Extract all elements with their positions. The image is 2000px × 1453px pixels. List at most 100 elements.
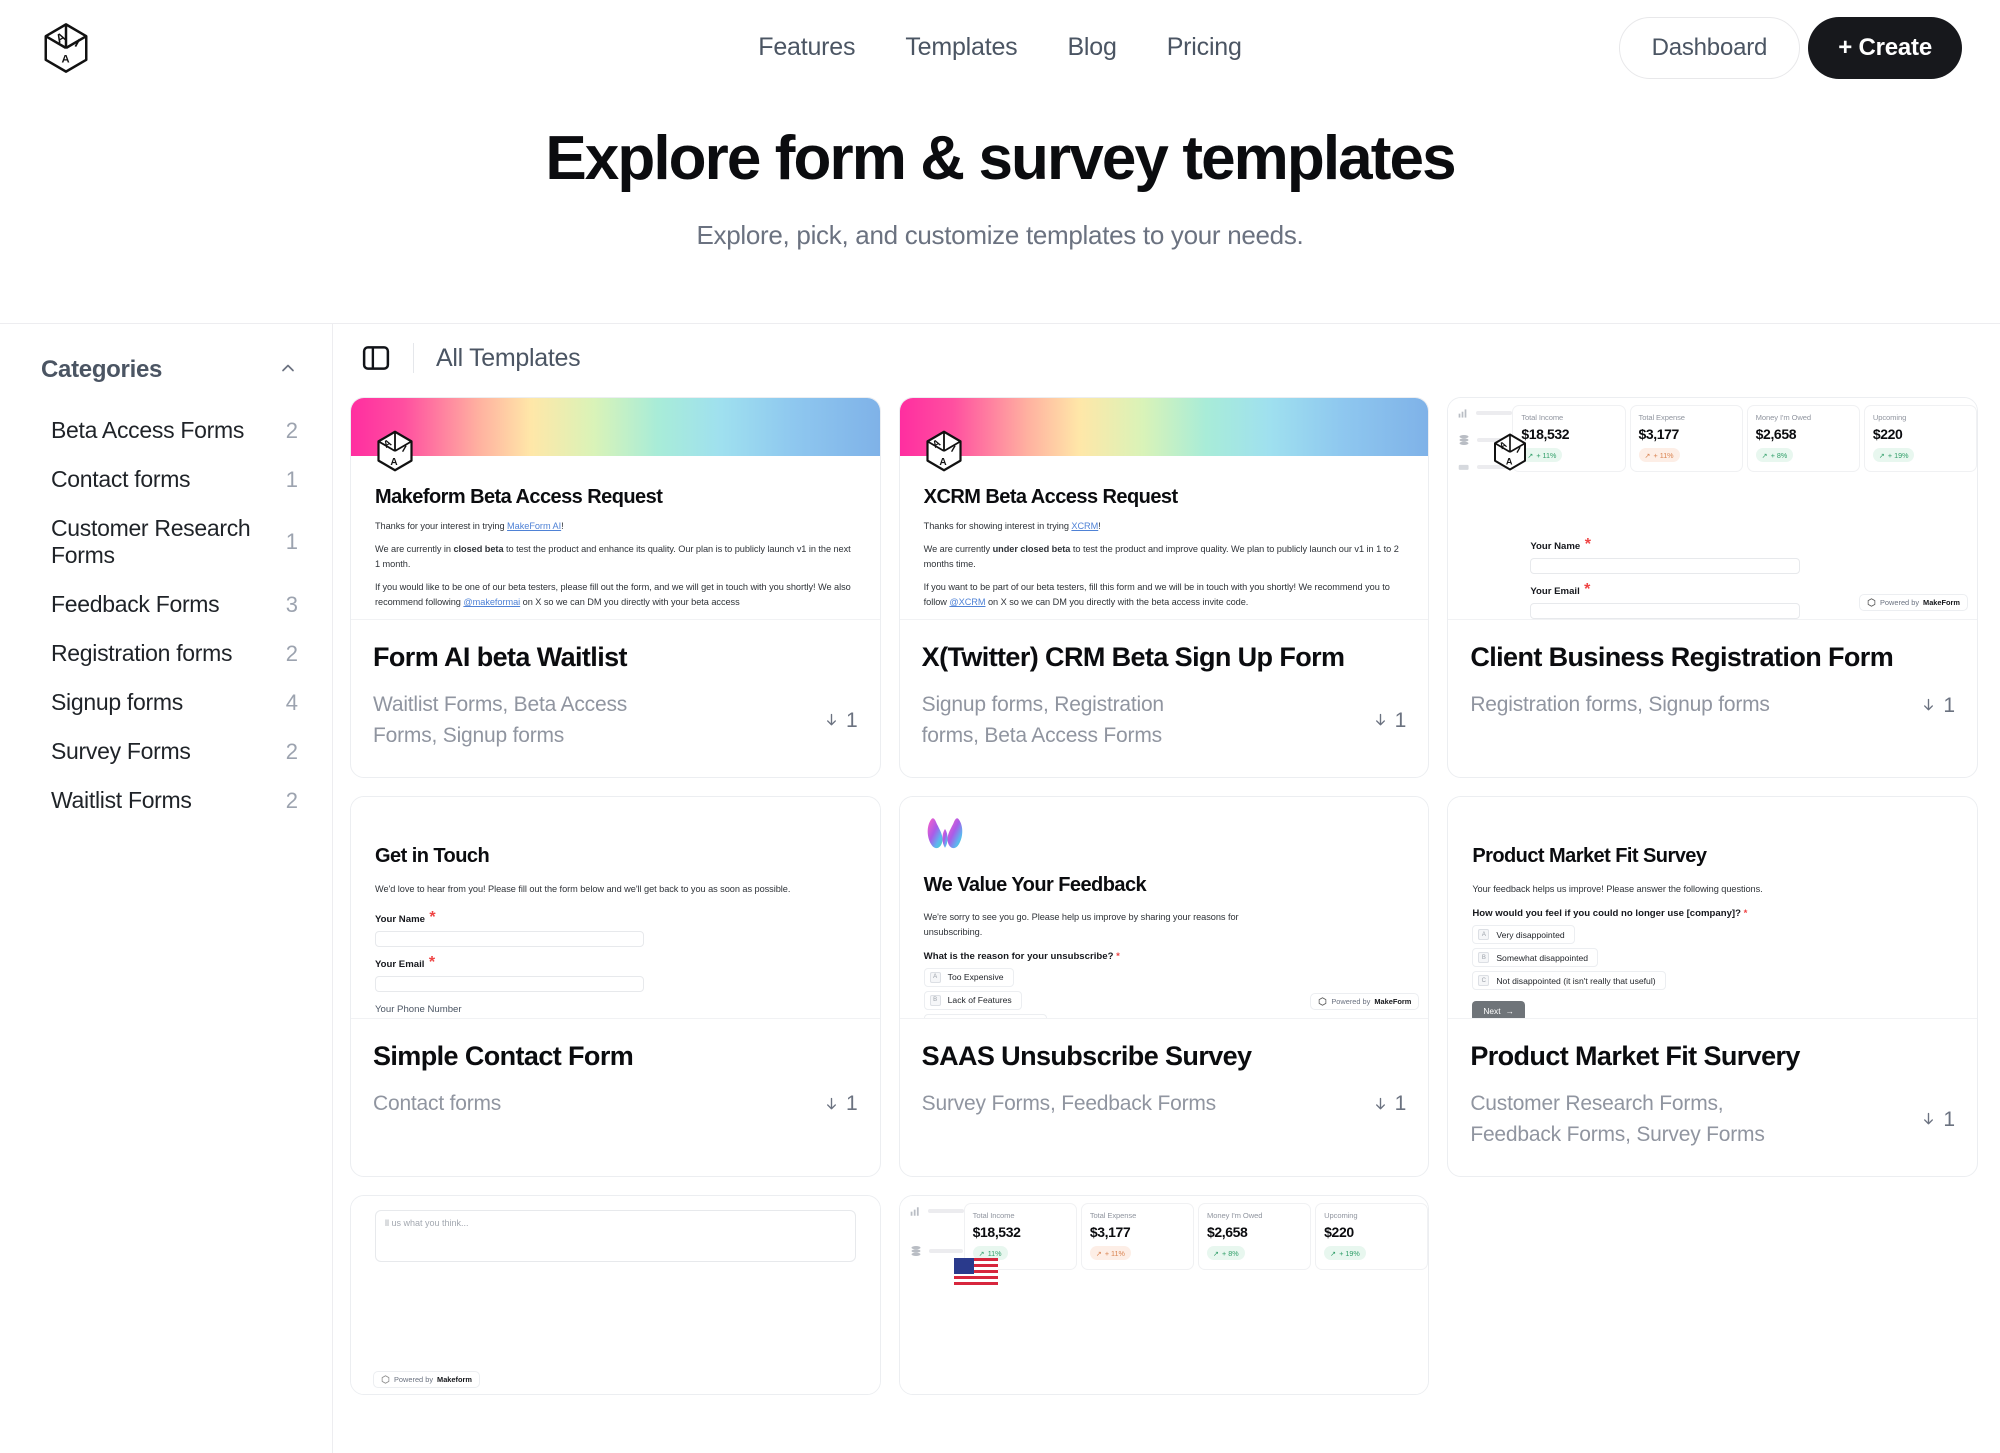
template-meta: Contact forms 1 (373, 1089, 858, 1119)
option-item[interactable]: C Not disappointed (it isn't really that … (1472, 971, 1666, 991)
template-card[interactable]: A I A XCRM Beta Access Request Thanks fo… (898, 397, 1430, 779)
sidebar-item-contact-forms[interactable]: Contact forms 1 (41, 455, 298, 504)
stat-value: $220 (1872, 426, 1903, 443)
option-label: Somewhat disappointed (1496, 952, 1589, 963)
download-count: 1 (1394, 708, 1407, 732)
category-count: 3 (285, 591, 298, 617)
preview-strong: under closed beta (992, 544, 1071, 555)
sidebar-item-signup-forms[interactable]: Signup forms 4 (41, 678, 298, 727)
template-card[interactable]: ll us what you think... Powered by Makef… (350, 1195, 881, 1396)
bar-chart-icon (1458, 409, 1467, 418)
message-textarea[interactable]: ll us what you think... (375, 1210, 856, 1263)
sidebar-item-survey-forms[interactable]: Survey Forms 2 (41, 727, 298, 776)
template-card[interactable]: Get in Touch We'd love to hear from you!… (350, 796, 881, 1178)
option-item[interactable]: C Unmet my expectations (923, 1013, 1048, 1019)
bar-chart-icon (910, 1207, 919, 1216)
chevron-up-icon[interactable] (278, 358, 298, 383)
category-label: Waitlist Forms (51, 787, 192, 814)
next-button[interactable]: Next → (1472, 1001, 1525, 1019)
template-meta: Waitlist Forms, Beta Access Forms, Signu… (373, 690, 858, 751)
template-title: Form AI beta Waitlist (373, 642, 628, 673)
text-input[interactable] (1530, 557, 1801, 574)
svg-text:A: A (939, 457, 947, 468)
download-arrow-icon (1924, 1112, 1934, 1125)
stat-value: $220 (1324, 1224, 1354, 1241)
sidebar-item-beta-access-forms[interactable]: Beta Access Forms 2 (41, 406, 298, 455)
required-marker: * (1580, 535, 1591, 553)
nav-link-blog[interactable]: Blog (1067, 33, 1116, 62)
preview-intro: We'd love to hear from you! Please fill … (375, 884, 791, 895)
template-card[interactable]: Total Income $18,532 ↗ 11% Total Expense … (898, 1195, 1430, 1396)
preview-strong: closed beta (453, 544, 504, 555)
option-item[interactable]: A Very disappointed (1472, 925, 1575, 945)
category-label: Survey Forms (51, 738, 191, 765)
preview-link[interactable]: MakeForm AI (507, 521, 561, 531)
template-categories: Customer Research Forms, Feedback Forms,… (1470, 1092, 1765, 1146)
option-item[interactable]: B Lack of Features (923, 990, 1022, 1010)
dashboard-button[interactable]: Dashboard (1618, 16, 1801, 79)
all-templates-filter[interactable]: All Templates (436, 344, 581, 373)
option-item[interactable]: A Too Expensive (923, 967, 1014, 987)
sidebar-item-customer-research-forms[interactable]: Customer Research Forms 1 (41, 504, 298, 580)
create-button[interactable]: + Create (1808, 16, 1962, 79)
trend-up-icon: ↗ (1761, 450, 1768, 460)
nav-link-features[interactable]: Features (758, 33, 855, 62)
download-arrow-icon (1924, 698, 1934, 711)
preview-link[interactable]: XCRM (1071, 521, 1098, 531)
sidebar-item-feedback-forms[interactable]: Feedback Forms 3 (41, 580, 298, 629)
field-label: Your Name (375, 914, 425, 926)
preview-link[interactable]: @XCRM (949, 597, 985, 607)
text-input[interactable] (375, 931, 645, 948)
nav-link-templates[interactable]: Templates (905, 33, 1017, 62)
template-preview: We Value Your Feedback We're sorry to se… (899, 797, 1429, 1020)
text-input[interactable] (1530, 602, 1801, 619)
stat-cards-strip: Total Income $18,532 ↗ 11% Total Expense … (963, 1196, 1429, 1270)
stat-label: Upcoming (1324, 1211, 1358, 1221)
stat-card: Upcoming $220 ↗ + 19% (1863, 405, 1977, 472)
template-card[interactable]: Product Market Fit Survey Your feedback … (1447, 796, 1978, 1178)
brand-logo[interactable]: A I A (38, 20, 94, 76)
option-label: Very disappointed (1496, 929, 1565, 940)
template-title: Client Business Registration Form (1470, 642, 1894, 673)
powered-by-badge: Powered by MakeForm (1310, 993, 1420, 1011)
nav-link-pricing[interactable]: Pricing (1167, 33, 1242, 62)
preview-heading: Product Market Fit Survey (1472, 845, 1707, 868)
option-key: B (1478, 952, 1490, 964)
preview-paragraph-1: Thanks for showing interest in trying XC… (924, 519, 1405, 534)
template-card[interactable]: A I A Makeform Beta Access Request Thank… (350, 397, 881, 779)
categories-heading: Categories (41, 356, 163, 384)
option-item[interactable]: B Somewhat disappointed (1472, 948, 1599, 968)
categories-header[interactable]: Categories (41, 356, 298, 384)
stat-delta-badge: ↗ + 11% (1089, 1246, 1131, 1261)
template-card[interactable]: Total Income $18,532 ↗ + 11% Total Expens… (1447, 397, 1978, 779)
template-meta: Signup forms, Registration forms, Beta A… (922, 690, 1407, 751)
next-label: Next (1483, 1006, 1501, 1017)
template-card[interactable]: We Value Your Feedback We're sorry to se… (898, 796, 1430, 1178)
powered-by-badge: Powered by MakeForm (1859, 594, 1968, 612)
option-label: Lack of Features (947, 995, 1012, 1006)
sidebar-item-waitlist-forms[interactable]: Waitlist Forms 2 (41, 776, 298, 825)
template-preview: Total Income $18,532 ↗ + 11% Total Expens… (1448, 398, 1977, 621)
powered-brand: MakeForm (1923, 598, 1960, 608)
template-categories: Waitlist Forms, Beta Access Forms, Signu… (373, 693, 628, 747)
us-flag-icon (953, 1258, 998, 1289)
stat-label: Total Expense (1638, 413, 1686, 423)
preview-link[interactable]: @makeformai (463, 597, 520, 607)
template-card-placeholder (1447, 1195, 1978, 1396)
categories-sidebar: Categories Beta Access Forms 2 Contact f… (0, 324, 333, 1453)
cube-ai-logo-icon (1867, 598, 1876, 607)
template-title: X(Twitter) CRM Beta Sign Up Form (921, 642, 1345, 673)
stat-delta-badge: ↗ + 19% (1872, 448, 1915, 463)
preview-paragraph-2: We are currently under closed beta to te… (924, 542, 1405, 572)
svg-text:A: A (1506, 457, 1513, 467)
trend-up-icon: ↗ (978, 1248, 985, 1258)
cube-ai-logo-icon: A I A (44, 22, 88, 73)
sidebar-item-registration-forms[interactable]: Registration forms 2 (41, 629, 298, 678)
textarea-placeholder: ll us what you think... (385, 1218, 469, 1229)
preview-text: on X so we can DM you directly with the … (985, 596, 1249, 607)
text-input[interactable] (375, 976, 645, 993)
templates-grid: A I A Makeform Beta Access Request Thank… (333, 392, 2000, 1396)
sidebar-panel-icon[interactable] (361, 343, 391, 373)
template-downloads: 1 (823, 709, 858, 733)
field-label: Your Email (375, 959, 425, 971)
